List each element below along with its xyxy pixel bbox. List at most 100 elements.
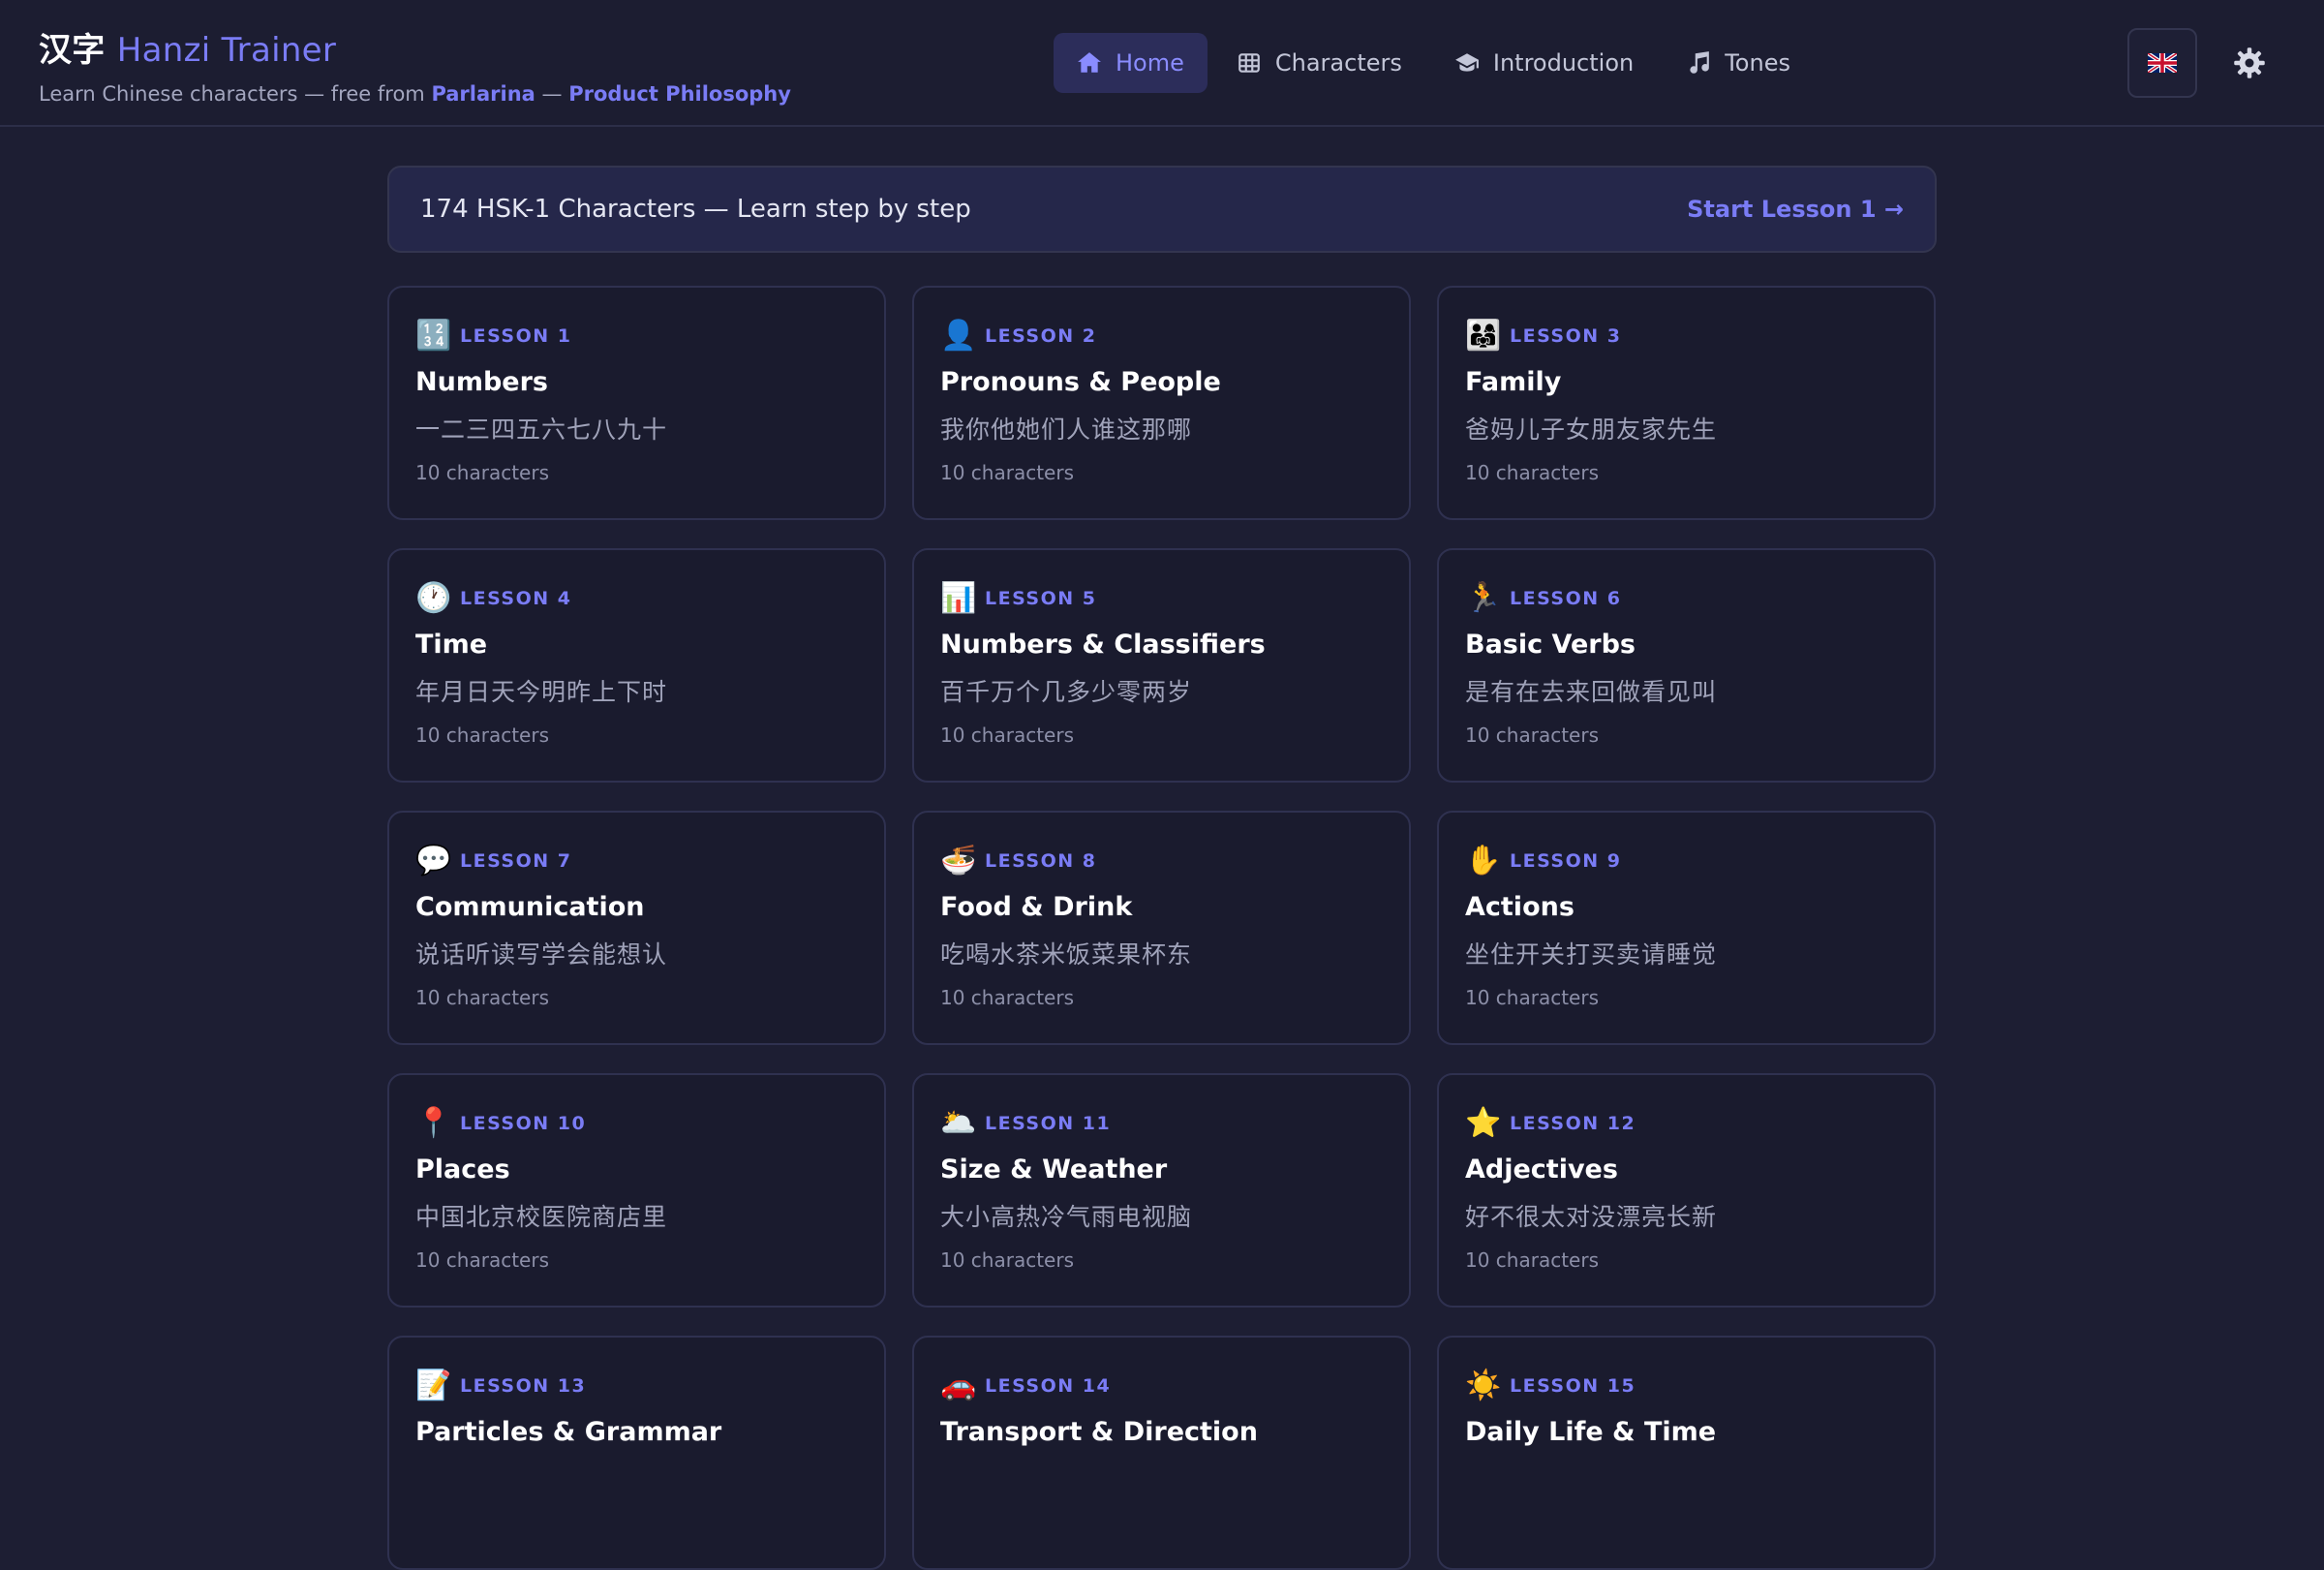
lesson-card[interactable]: ☀️ LESSON 15 Daily Life & Time [1437, 1336, 1936, 1570]
lesson-header: 🍜 LESSON 8 [940, 844, 1383, 878]
nav-label: Introduction [1492, 49, 1635, 77]
gear-icon[interactable] [2232, 46, 2267, 80]
lesson-icon: 📍 [415, 1106, 452, 1140]
lesson-card[interactable]: 🕐 LESSON 4 Time 年月日天今明昨上下时 10 characters [387, 548, 886, 783]
lesson-header: ✋ LESSON 9 [1465, 844, 1908, 878]
lesson-card[interactable]: 🚗 LESSON 14 Transport & Direction [912, 1336, 1411, 1570]
lesson-card[interactable]: 👨‍👩‍👧 LESSON 3 Family 爸妈儿子女朋友家先生 10 char… [1437, 286, 1936, 520]
lesson-characters: 百千万个几多少零两岁 [940, 678, 1193, 706]
lesson-number: LESSON 10 [460, 1113, 587, 1134]
lesson-number: LESSON 2 [985, 325, 1097, 347]
lesson-header: ⭐ LESSON 12 [1465, 1106, 1908, 1141]
lesson-count: 10 characters [415, 986, 549, 1009]
lesson-header: 🏃 LESSON 6 [1465, 581, 1908, 616]
banner-text: 174 HSK-1 Characters — Learn step by ste… [420, 195, 971, 224]
lesson-card[interactable]: 🌥️ LESSON 11 Size & Weather 大小高热冷气雨电视脑 1… [912, 1073, 1411, 1308]
lesson-card[interactable]: ⭐ LESSON 12 Adjectives 好不很太对没漂亮长新 10 cha… [1437, 1073, 1936, 1308]
lesson-header: 🚗 LESSON 14 [940, 1369, 1383, 1403]
lesson-title: Family [1465, 367, 1562, 397]
lesson-title: Places [415, 1154, 510, 1185]
lesson-icon: ⭐ [1465, 1106, 1502, 1140]
lesson-icon: 🌥️ [940, 1106, 977, 1140]
brand-title[interactable]: 汉字 Hanzi Trainer [39, 23, 791, 71]
lesson-grid: 🔢 LESSON 1 Numbers 一二三四五六七八九十 10 charact… [387, 286, 1937, 1570]
lesson-card[interactable]: 🏃 LESSON 6 Basic Verbs 是有在去来回做看见叫 10 cha… [1437, 548, 1936, 783]
lesson-number: LESSON 7 [460, 850, 572, 872]
lesson-card[interactable]: 📝 LESSON 13 Particles & Grammar [387, 1336, 886, 1570]
music-note-icon [1690, 51, 1710, 74]
lesson-title: Actions [1465, 892, 1575, 922]
lesson-icon: 💬 [415, 844, 452, 877]
nav-label: Home [1116, 49, 1184, 77]
parlarina-link[interactable]: Parlarina [431, 82, 535, 106]
lesson-characters: 好不很太对没漂亮长新 [1465, 1203, 1718, 1231]
lesson-header: 📍 LESSON 10 [415, 1106, 858, 1141]
lesson-header: 🌥️ LESSON 11 [940, 1106, 1383, 1141]
lesson-characters: 爸妈儿子女朋友家先生 [1465, 416, 1718, 444]
lesson-title: Numbers & Classifiers [940, 630, 1266, 660]
brand-name: Hanzi Trainer [116, 31, 337, 70]
lesson-header: 💬 LESSON 7 [415, 844, 858, 878]
lesson-header: ☀️ LESSON 15 [1465, 1369, 1908, 1403]
lesson-characters: 我你他她们人谁这那哪 [940, 416, 1193, 444]
lesson-count: 10 characters [415, 461, 549, 484]
lesson-count: 10 characters [1465, 1248, 1599, 1272]
lesson-characters: 大小高热冷气雨电视脑 [940, 1203, 1193, 1231]
lesson-count: 10 characters [1465, 723, 1599, 747]
lesson-count: 10 characters [1465, 461, 1599, 484]
lesson-characters: 中国北京校医院商店里 [415, 1203, 668, 1231]
lesson-number: LESSON 1 [460, 325, 572, 347]
lesson-header: 🔢 LESSON 1 [415, 319, 858, 354]
lesson-characters: 坐住开关打买卖请睡觉 [1465, 940, 1718, 969]
lesson-card[interactable]: 👤 LESSON 2 Pronouns & People 我你他她们人谁这那哪 … [912, 286, 1411, 520]
lesson-header: 📝 LESSON 13 [415, 1369, 858, 1403]
nav-home[interactable]: Home [1054, 33, 1208, 93]
nav-label: Tones [1725, 49, 1790, 77]
lesson-title: Daily Life & Time [1465, 1417, 1717, 1447]
lesson-card[interactable]: 🍜 LESSON 8 Food & Drink 吃喝水茶米饭菜果杯东 10 ch… [912, 811, 1411, 1045]
lesson-title: Numbers [415, 367, 548, 397]
hsk-banner: 174 HSK-1 Characters — Learn step by ste… [387, 166, 1937, 253]
lesson-title: Transport & Direction [940, 1417, 1258, 1447]
top-header: 汉字 Hanzi Trainer Learn Chinese character… [0, 0, 2324, 127]
nav-characters[interactable]: Characters [1213, 33, 1425, 93]
lesson-icon: 🕐 [415, 581, 452, 615]
lesson-card[interactable]: 📊 LESSON 5 Numbers & Classifiers 百千万个几多少… [912, 548, 1411, 783]
lesson-number: LESSON 5 [985, 588, 1097, 609]
lesson-title: Size & Weather [940, 1154, 1168, 1185]
lesson-number: LESSON 12 [1510, 1113, 1636, 1134]
lesson-icon: 👤 [940, 319, 977, 353]
lesson-characters: 吃喝水茶米饭菜果杯东 [940, 940, 1193, 969]
lesson-count: 10 characters [415, 1248, 549, 1272]
lesson-count: 10 characters [1465, 986, 1599, 1009]
lesson-icon: 🏃 [1465, 581, 1502, 615]
lesson-header: 🕐 LESSON 4 [415, 581, 858, 616]
brand: 汉字 Hanzi Trainer Learn Chinese character… [39, 23, 791, 106]
lesson-count: 10 characters [940, 1248, 1074, 1272]
uk-flag-icon [2148, 53, 2177, 73]
lesson-number: LESSON 11 [985, 1113, 1112, 1134]
lesson-number: LESSON 15 [1510, 1375, 1636, 1397]
lesson-number: LESSON 6 [1510, 588, 1622, 609]
lesson-title: Pronouns & People [940, 367, 1221, 397]
nav-label: Characters [1274, 49, 1402, 77]
lesson-header: 👤 LESSON 2 [940, 319, 1383, 354]
language-button[interactable] [2127, 28, 2197, 98]
lesson-count: 10 characters [940, 461, 1074, 484]
lesson-number: LESSON 14 [985, 1375, 1112, 1397]
main-nav: Home Characters Introduction Tones [1054, 33, 1814, 93]
nav-tones[interactable]: Tones [1663, 33, 1814, 93]
nav-introduction[interactable]: Introduction [1431, 33, 1657, 93]
lesson-card[interactable]: 💬 LESSON 7 Communication 说话听读写学会能想认 10 c… [387, 811, 886, 1045]
lesson-card[interactable]: ✋ LESSON 9 Actions 坐住开关打买卖请睡觉 10 charact… [1437, 811, 1936, 1045]
lesson-icon: ✋ [1465, 844, 1502, 877]
lesson-header: 📊 LESSON 5 [940, 581, 1383, 616]
lesson-card[interactable]: 🔢 LESSON 1 Numbers 一二三四五六七八九十 10 charact… [387, 286, 886, 520]
lesson-header: 👨‍👩‍👧 LESSON 3 [1465, 319, 1908, 354]
product-philosophy-link[interactable]: Product Philosophy [568, 82, 791, 106]
lesson-characters: 一二三四五六七八九十 [415, 416, 668, 444]
start-lesson-button[interactable]: Start Lesson 1 → [1687, 196, 1904, 223]
lesson-number: LESSON 3 [1510, 325, 1622, 347]
lesson-card[interactable]: 📍 LESSON 10 Places 中国北京校医院商店里 10 charact… [387, 1073, 886, 1308]
home-icon [1078, 52, 1101, 73]
